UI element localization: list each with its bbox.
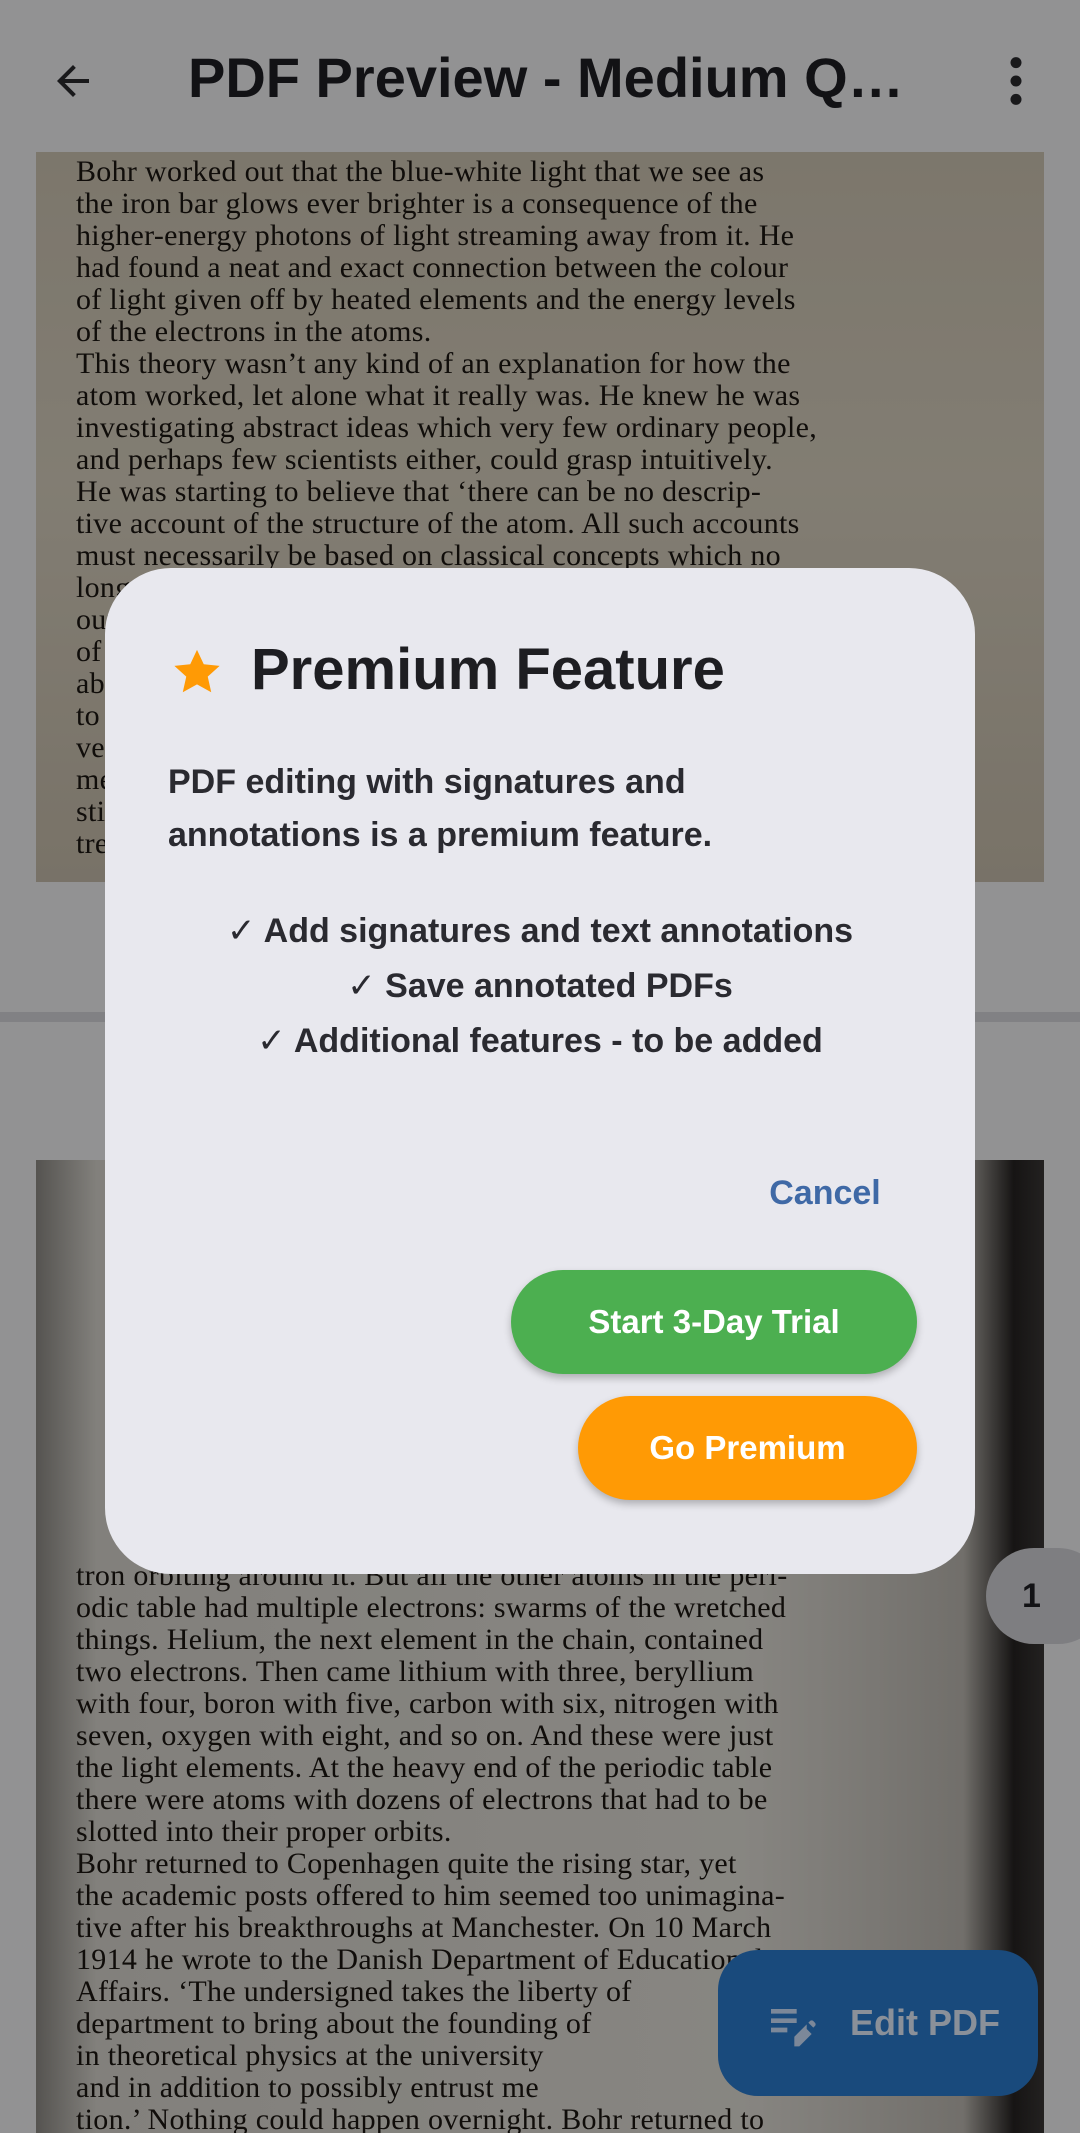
feature-item: ✓ Add signatures and text annotations xyxy=(226,912,854,950)
cancel-button[interactable]: Cancel xyxy=(745,1158,905,1228)
feature-list: ✓ Add signatures and text annotations ✓ … xyxy=(105,904,975,1069)
start-trial-button[interactable]: Start 3-Day Trial xyxy=(511,1270,917,1374)
dialog-message: PDF editing with signatures and annotati… xyxy=(168,763,713,854)
feature-item: ✓ Save annotated PDFs xyxy=(347,967,733,1005)
premium-dialog: Premium Feature PDF editing with signatu… xyxy=(105,568,975,1574)
go-premium-button[interactable]: Go Premium xyxy=(578,1396,917,1500)
star-icon xyxy=(174,649,220,693)
dialog-title: Premium Feature xyxy=(251,637,725,702)
feature-item: ✓ Additional features - to be added xyxy=(257,1022,823,1060)
